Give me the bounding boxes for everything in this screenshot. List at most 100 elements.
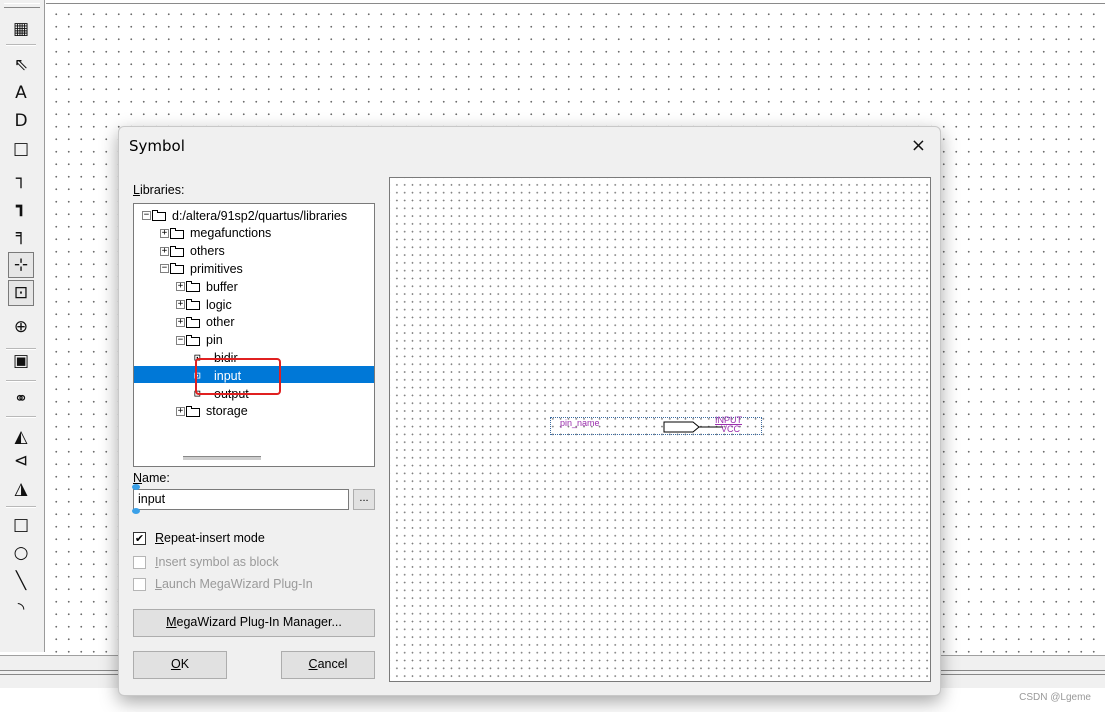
tree-node-label: megafunctions (190, 226, 272, 241)
watermark: CSDN @Lgeme (1019, 692, 1091, 703)
partial-line-selection-tool-icon: ⊡ (13, 283, 29, 303)
tree-node-others[interactable]: + others (160, 243, 225, 260)
block-tool-button[interactable]: □ (8, 136, 34, 162)
toolbar-grip[interactable] (4, 3, 40, 8)
symbol-insert-tool-button[interactable]: D (8, 108, 34, 134)
launch-megawizard-label: Launch MegaWizard Plug-In (155, 577, 313, 591)
oval-tool-icon: ○ (13, 543, 29, 563)
full-screen-tool-button[interactable]: ▣ (8, 348, 34, 374)
symbol-insert-tool-icon: D (14, 111, 28, 131)
folder-icon (186, 334, 201, 346)
rubberbanding-tool-icon: ⊹ (13, 255, 29, 275)
selection-tool-button[interactable]: ⇖ (8, 52, 34, 78)
folder-icon (170, 263, 185, 275)
expand-icon[interactable]: + (176, 300, 185, 309)
orthogonal-conduit-tool-icon: ╕ (15, 225, 27, 245)
zoom-tool-button[interactable]: ⊕ (8, 314, 34, 340)
cancel-button[interactable]: Cancel (281, 651, 375, 679)
tree-node-label: primitives (190, 261, 243, 276)
expand-icon[interactable]: + (176, 317, 185, 327)
orthogonal-node-tool-icon: ┐ (15, 169, 27, 189)
rectangle-tool-button[interactable]: □ (8, 512, 34, 538)
tree-horizontal-scrollbar[interactable] (135, 449, 373, 465)
libraries-tree[interactable]: − d:/altera/91sp2/quartus/libraries + megaf… (133, 203, 375, 467)
flip-horizontal-tool-icon: ◭ (14, 427, 28, 447)
full-screen-tool-icon: ▣ (12, 351, 30, 371)
libraries-label: Libraries: (133, 183, 185, 197)
toolbar-separator (6, 416, 36, 418)
ok-button[interactable]: OK (133, 651, 227, 679)
folder-icon (186, 281, 201, 293)
block-tool-icon: □ (12, 139, 30, 159)
collapse-icon[interactable]: − (176, 335, 185, 345)
pin-vcc-text: VCC (721, 424, 741, 434)
pin-name-text: pin_name (560, 418, 600, 428)
tree-node-buffer[interactable]: + buffer (176, 278, 238, 295)
tree-node-label: others (190, 244, 225, 259)
folder-icon (186, 316, 201, 328)
folder-icon (170, 227, 185, 239)
pin-shape (663, 421, 723, 433)
orthogonal-bus-tool-button[interactable]: ┓ (8, 194, 34, 220)
text-tool-button[interactable]: A (8, 80, 34, 106)
tree-node-logic[interactable]: + logic (176, 296, 232, 313)
rubberbanding-tool-button[interactable]: ⊹ (8, 252, 34, 278)
flip-horizontal-tool-button[interactable]: ◭ (8, 424, 34, 450)
collapse-icon[interactable]: − (160, 264, 169, 274)
expand-icon[interactable]: + (160, 246, 169, 256)
find-tool-button[interactable]: ⚭ (8, 386, 34, 412)
rotate-tool-icon: ◮ (14, 479, 28, 499)
schematic-toolbar: ▦ ⇖ A D □ ┐ ┓ ╕ ⊹ ⊡ ⊕ ▣ ⚭ ◭ ⊲ ◮ □ ○ ╲ ◝ (0, 0, 45, 652)
zoom-tool-icon: ⊕ (13, 317, 29, 337)
symbol-preview: pin_name INPUT VCC (389, 177, 931, 682)
tree-node-megafunctions[interactable]: + megafunctions (160, 225, 271, 242)
name-input[interactable]: input (133, 489, 349, 510)
orthogonal-node-tool-button[interactable]: ┐ (8, 166, 34, 192)
name-label: Name: (133, 471, 170, 485)
expand-icon[interactable]: + (176, 282, 185, 292)
rotate-tool-button[interactable]: ◮ (8, 476, 34, 502)
close-icon[interactable]: × (911, 135, 926, 156)
tree-node-label: other (206, 315, 235, 330)
dialog-title: Symbol (129, 137, 185, 155)
line-tool-icon: ╲ (15, 571, 27, 591)
expand-icon[interactable]: + (160, 228, 169, 238)
partial-line-selection-tool-button[interactable]: ⊡ (8, 280, 34, 306)
text-cursor-marker (131, 484, 140, 514)
symbol-dialog: Symbol × Libraries: − d:/altera/91sp2/qua… (118, 126, 941, 696)
text-tool-icon: A (15, 83, 27, 103)
orthogonal-bus-tool-icon: ┓ (15, 197, 27, 217)
tree-node-label: storage (206, 404, 248, 419)
collapse-icon[interactable]: − (142, 211, 151, 220)
selection-tool-icon: ⇖ (13, 55, 29, 75)
tree-node-storage[interactable]: + storage (176, 403, 248, 420)
toolbar-separator (6, 44, 36, 46)
folder-icon (186, 299, 201, 310)
flip-vertical-tool-button[interactable]: ⊲ (8, 448, 34, 474)
tree-node-pin[interactable]: − pin (176, 332, 223, 349)
insert-as-block-label: Insert symbol as block (155, 555, 279, 569)
folder-icon (170, 245, 185, 257)
tree-node-label: logic (206, 297, 232, 312)
repeat-insert-label[interactable]: Repeat-insert mode (155, 531, 265, 545)
orthogonal-conduit-tool-button[interactable]: ╕ (8, 222, 34, 248)
tree-node-other[interactable]: + other (176, 314, 235, 331)
repeat-insert-checkbox[interactable]: ✔ (133, 532, 146, 545)
tree-node-primitives[interactable]: − primitives (160, 260, 243, 277)
scrollbar-thumb[interactable] (183, 456, 261, 460)
folder-icon (152, 210, 167, 221)
megawizard-manager-button[interactable]: MegaWizard Plug-In Manager... (133, 609, 375, 637)
arc-tool-button[interactable]: ◝ (8, 596, 34, 622)
tree-node-label: pin (206, 333, 223, 348)
flip-vertical-tool-icon: ⊲ (13, 451, 29, 471)
tree-node-label: buffer (206, 279, 238, 294)
tree-node-d-altera-91sp2-quartus-libraries[interactable]: − d:/altera/91sp2/quartus/libraries (142, 207, 347, 224)
symbol-tool-button[interactable]: ▦ (8, 16, 34, 42)
line-tool-button[interactable]: ╲ (8, 568, 34, 594)
toolbar-separator (6, 380, 36, 382)
oval-tool-button[interactable]: ○ (8, 540, 34, 566)
symbol-tool-icon: ▦ (12, 19, 30, 39)
input-pin-symbol: pin_name INPUT VCC (550, 415, 762, 435)
browse-button[interactable]: ... (353, 489, 375, 510)
expand-icon[interactable]: + (176, 406, 185, 416)
